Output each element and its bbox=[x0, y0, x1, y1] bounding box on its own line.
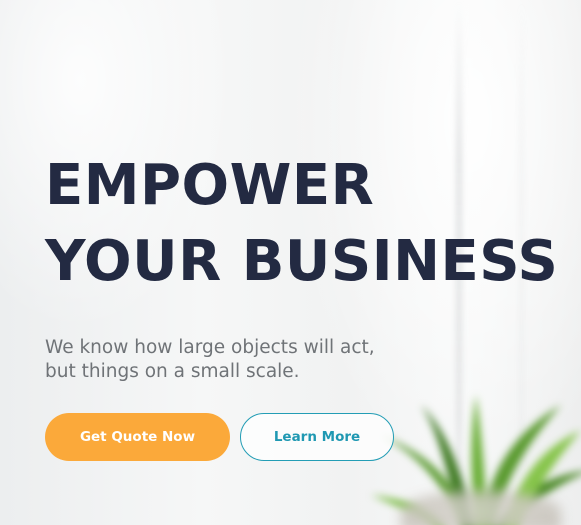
get-quote-button[interactable]: Get Quote Now bbox=[45, 413, 230, 461]
learn-more-button[interactable]: Learn More bbox=[240, 413, 394, 461]
hero-subtitle-line: We know how large objects will act, bbox=[45, 337, 375, 358]
hero-title: EMPOWER YOUR BUSINESS bbox=[45, 148, 558, 300]
get-quote-button-label: Get Quote Now bbox=[79, 429, 196, 445]
hero-subtitle-line: but things on a small scale. bbox=[45, 361, 300, 382]
plant-pot bbox=[401, 491, 561, 525]
learn-more-button-label: Learn More bbox=[273, 429, 361, 445]
hero-title-line: EMPOWER bbox=[45, 153, 375, 218]
hero-subtitle: We know how large objects will act, but … bbox=[45, 336, 375, 384]
hero-title-line: YOUR BUSINESS bbox=[45, 229, 559, 294]
